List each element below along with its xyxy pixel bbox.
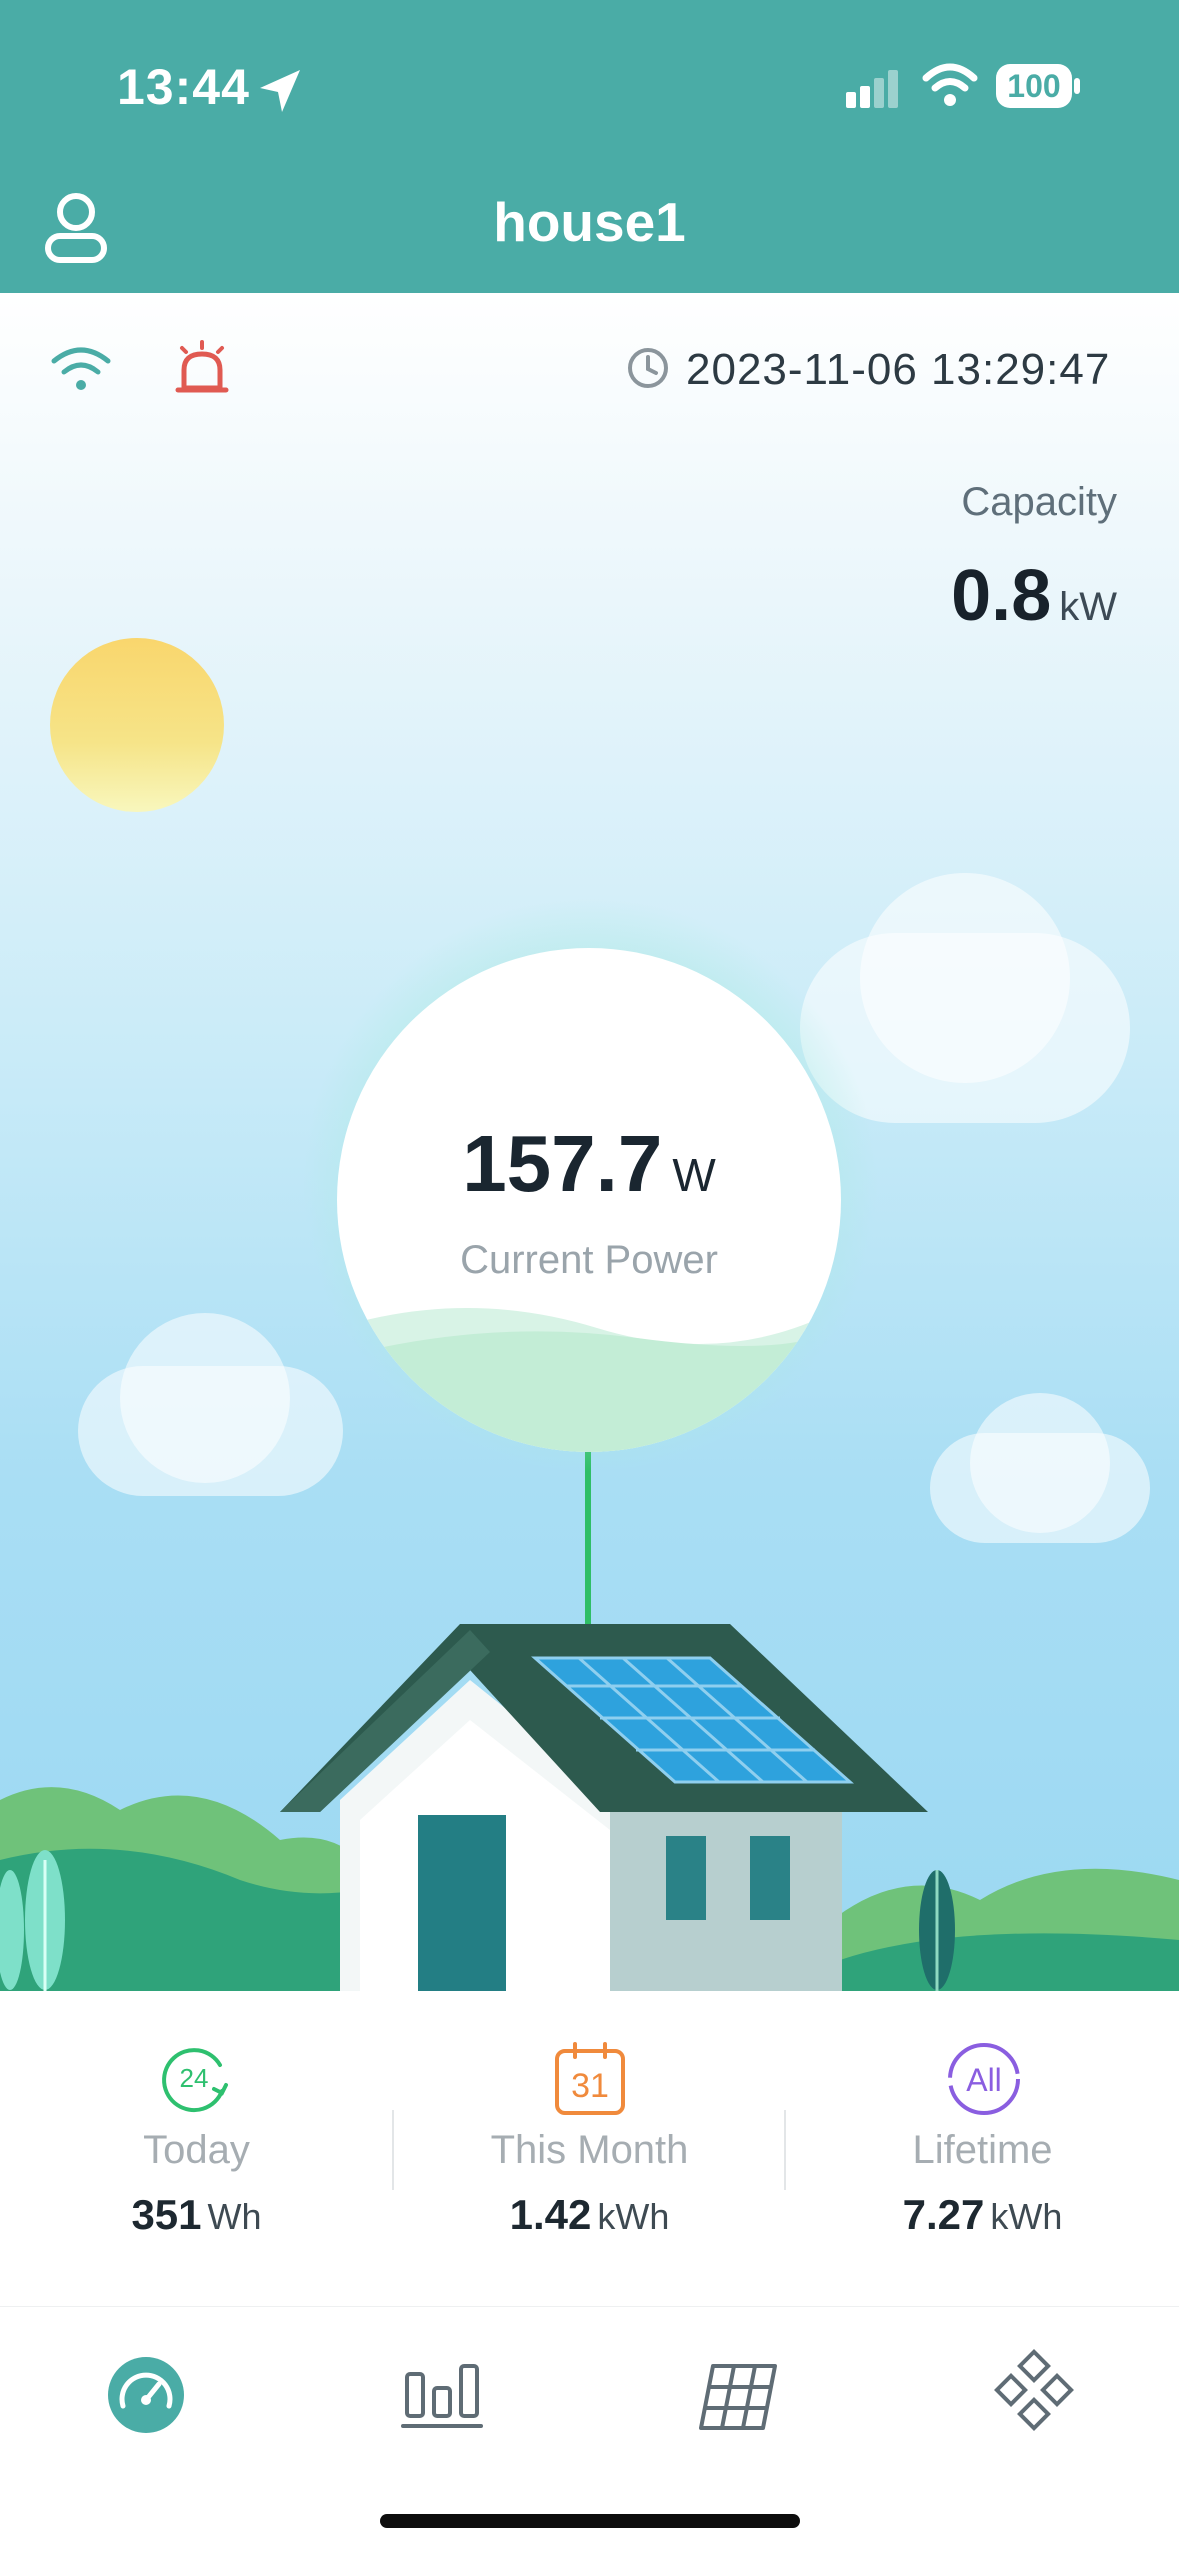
today-label: Today (143, 2128, 250, 2172)
month-icon-text: 31 (571, 2067, 609, 2105)
last-update-datetime: 2023-11-06 13:29:47 (686, 345, 1111, 394)
location-arrow-icon (260, 70, 300, 112)
capacity-readout: 0.8 kW (951, 555, 1117, 637)
lifetime-icon-text: All (966, 2062, 1002, 2098)
lifetime-label: Lifetime (912, 2128, 1053, 2172)
lifetime-value: 7.27 (902, 2191, 985, 2238)
wifi-status-icon (922, 63, 978, 106)
solar-panel-icon (699, 2364, 777, 2430)
alarm-icon[interactable] (174, 340, 230, 396)
today-unit: Wh (207, 2196, 262, 2237)
house-illustration (0, 1624, 1179, 1991)
page-title: house1 (493, 191, 686, 253)
home-indicator (380, 2514, 800, 2528)
grid-diamond-icon (994, 2349, 1074, 2431)
stat-this-month[interactable]: 31 This Month 1.42 kWh (393, 1991, 786, 2306)
capacity-unit: kW (1059, 585, 1117, 629)
cellular-signal-icon (846, 70, 898, 108)
stats-divider (784, 2110, 786, 2190)
cloud-illustration (120, 1313, 290, 1483)
tab-more[interactable] (979, 2340, 1089, 2450)
this-month-readout: 1.42 kWh (393, 2191, 786, 2239)
today-value: 351 (131, 2191, 202, 2238)
dashboard-icon (108, 2357, 184, 2433)
current-power-circle[interactable]: 157.7 W Current Power (337, 948, 841, 1452)
tab-statistics[interactable] (387, 2340, 497, 2450)
stats-divider (392, 2110, 394, 2190)
lifetime-all-icon: All (948, 2043, 1020, 2115)
sun-illustration (50, 638, 224, 812)
tab-devices[interactable] (683, 2340, 793, 2450)
lifetime-unit: kWh (990, 2196, 1063, 2237)
stat-lifetime[interactable]: All Lifetime 7.27 kWh (786, 1991, 1179, 2306)
current-power-value: 157.7 (462, 1119, 663, 1208)
today-readout: 351 Wh (0, 2191, 393, 2239)
capacity-value: 0.8 (951, 556, 1052, 636)
calendar-icon: 31 (555, 2042, 625, 2115)
today-24h-icon: 24 (162, 2048, 228, 2113)
current-power-label: Current Power (460, 1238, 718, 1282)
battery-icon: 100 (996, 64, 1072, 108)
status-time: 13:44 (117, 59, 250, 115)
stat-today[interactable]: 24 Today 351 Wh (0, 1991, 393, 2306)
lifetime-readout: 7.27 kWh (786, 2191, 1179, 2239)
battery-level: 100 (1007, 68, 1061, 104)
wifi-connection-icon[interactable] (50, 345, 112, 395)
this-month-label: This Month (490, 2128, 689, 2172)
energy-stats: 24 Today 351 Wh 31 This Month 1.42 kWh All… (0, 1991, 1179, 2308)
tab-dashboard[interactable] (91, 2340, 201, 2450)
clock-icon (628, 348, 668, 388)
this-month-unit: kWh (597, 2196, 670, 2237)
cloud-illustration (970, 1393, 1110, 1533)
cloud-illustration (860, 873, 1070, 1083)
chart-bars-icon (401, 2364, 483, 2428)
this-month-value: 1.42 (509, 2191, 592, 2238)
capacity-label: Capacity (961, 480, 1117, 524)
today-icon-text: 24 (180, 2063, 209, 2093)
wave-decoration (337, 1308, 841, 1452)
current-power-readout: 157.7 W (337, 1118, 841, 1210)
current-power-unit: W (672, 1149, 716, 1201)
battery-tip (1074, 78, 1080, 94)
